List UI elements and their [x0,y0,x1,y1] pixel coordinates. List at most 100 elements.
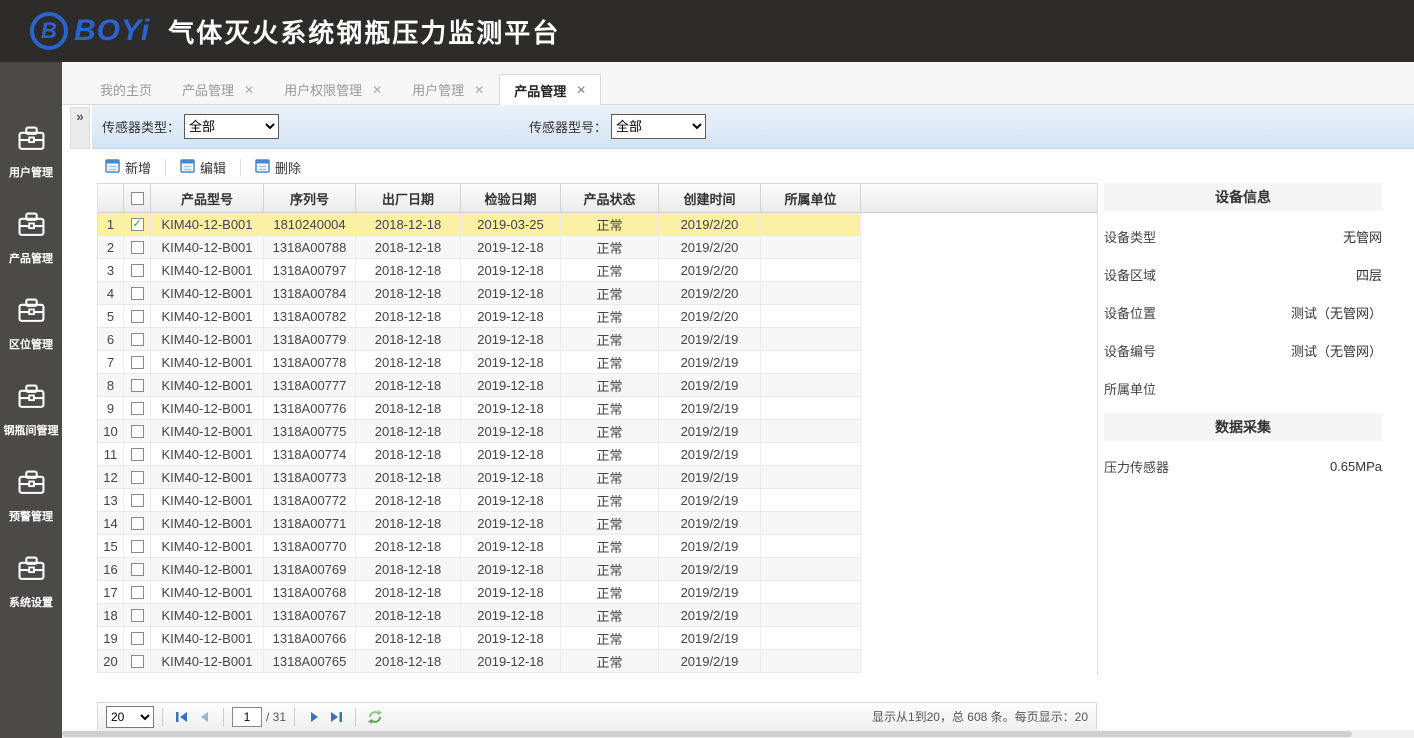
table-row[interactable]: 20KIM40-12-B0011318A007652018-12-182019-… [98,650,861,673]
table-row[interactable]: 4KIM40-12-B0011318A007842018-12-182019-1… [98,282,861,305]
row-checkbox[interactable] [124,512,151,534]
delete-button-label: 删除 [275,158,301,177]
next-page-button[interactable] [303,706,325,728]
column-header-所属单位[interactable]: 所属单位 [761,184,861,212]
scrollbar-thumb[interactable] [62,731,1352,737]
select-all-checkbox[interactable] [124,184,151,212]
row-checkbox[interactable] [124,535,151,557]
column-header-出厂日期[interactable]: 出厂日期 [356,184,461,212]
pagination-divider [223,708,224,726]
row-number: 19 [98,627,124,649]
page-size-select[interactable]: 20 [106,706,154,728]
table-row[interactable]: 2KIM40-12-B0011318A007882018-12-182019-1… [98,236,861,259]
row-checkbox[interactable] [124,443,151,465]
cell-serial: 1318A00772 [264,489,356,511]
table-row[interactable]: 1✓KIM40-12-B00118102400042018-12-182019-… [98,213,861,236]
tab-用户权限管理[interactable]: 用户权限管理✕ [269,74,397,104]
tab-产品管理[interactable]: 产品管理✕ [167,74,269,104]
table-row[interactable]: 7KIM40-12-B0011318A007782018-12-182019-1… [98,351,861,374]
page-number-input[interactable] [232,707,262,727]
pagination-status: 显示从1到20，总 608 条。每页显示：20 [872,708,1088,725]
tab-label: 我的主页 [100,80,152,99]
table-row[interactable]: 18KIM40-12-B0011318A007672018-12-182019-… [98,604,861,627]
table-row[interactable]: 17KIM40-12-B0011318A007682018-12-182019-… [98,581,861,604]
tab-close-icon[interactable]: ✕ [244,83,254,97]
row-checkbox[interactable] [124,351,151,373]
tab-产品管理[interactable]: 产品管理✕ [499,74,601,105]
cell-created: 2019/2/19 [659,627,761,649]
row-checkbox[interactable] [124,328,151,350]
row-checkbox[interactable] [124,236,151,258]
sidebar-item-预警管理[interactable]: 预警管理 [0,454,62,540]
table-row[interactable]: 5KIM40-12-B0011318A007822018-12-182019-1… [98,305,861,328]
refresh-icon[interactable] [364,706,386,728]
tab-close-icon[interactable]: ✕ [474,83,484,97]
collapse-panel-button[interactable]: » [70,107,90,149]
edit-button[interactable]: 编辑 [172,155,234,180]
table-row[interactable]: 11KIM40-12-B0011318A007742018-12-182019-… [98,443,861,466]
table-row[interactable]: 8KIM40-12-B0011318A007772018-12-182019-1… [98,374,861,397]
row-checkbox[interactable] [124,466,151,488]
first-page-button[interactable] [171,706,193,728]
row-checkbox[interactable] [124,397,151,419]
row-checkbox[interactable] [124,650,151,672]
row-checkbox[interactable] [124,581,151,603]
row-checkbox[interactable]: ✓ [124,213,151,235]
table-row[interactable]: 3KIM40-12-B0011318A007972018-12-182019-1… [98,259,861,282]
add-button[interactable]: 新增 [97,155,159,180]
cell-inspection-date: 2019-12-18 [461,512,561,534]
column-header-检验日期[interactable]: 检验日期 [461,184,561,212]
cell-mfg-date: 2018-12-18 [356,650,461,672]
column-header-产品型号[interactable]: 产品型号 [151,184,264,212]
column-header-产品状态[interactable]: 产品状态 [561,184,659,212]
delete-button[interactable]: 删除 [247,155,309,180]
cell-product-model: KIM40-12-B001 [151,420,264,442]
pagination-divider [162,708,163,726]
table-row[interactable]: 10KIM40-12-B0011318A007752018-12-182019-… [98,420,861,443]
row-checkbox[interactable] [124,627,151,649]
table-row[interactable]: 15KIM40-12-B0011318A007702018-12-182019-… [98,535,861,558]
row-checkbox[interactable] [124,282,151,304]
table-row[interactable]: 13KIM40-12-B0011318A007722018-12-182019-… [98,489,861,512]
row-checkbox[interactable] [124,604,151,626]
pagination-bar: 20 / 31 显示从1到20，总 608 条。每页显示：20 [97,702,1097,731]
row-checkbox[interactable] [124,489,151,511]
cell-product-model: KIM40-12-B001 [151,351,264,373]
horizontal-scrollbar[interactable] [62,730,1414,738]
table-row[interactable]: 16KIM40-12-B0011318A007692018-12-182019-… [98,558,861,581]
row-checkbox[interactable] [124,558,151,580]
tab-用户管理[interactable]: 用户管理✕ [397,74,499,104]
cell-status: 正常 [561,512,659,534]
prev-page-button[interactable] [193,706,215,728]
table-row[interactable]: 12KIM40-12-B0011318A007732018-12-182019-… [98,466,861,489]
table-row[interactable]: 19KIM40-12-B0011318A007662018-12-182019-… [98,627,861,650]
table-row[interactable]: 9KIM40-12-B0011318A007762018-12-182019-1… [98,397,861,420]
row-checkbox[interactable] [124,259,151,281]
toolbar-divider [240,159,241,176]
cell-unit [761,443,861,465]
row-checkbox[interactable] [124,420,151,442]
cell-product-model: KIM40-12-B001 [151,581,264,603]
sidebar-item-用户管理[interactable]: 用户管理 [0,110,62,196]
tab-close-icon[interactable]: ✕ [576,83,586,97]
tab-close-icon[interactable]: ✕ [372,83,382,97]
sensor-type-select[interactable]: 全部 [184,114,279,139]
sensor-model-select[interactable]: 全部 [611,114,706,139]
cell-created: 2019/2/19 [659,443,761,465]
row-checkbox[interactable] [124,305,151,327]
column-header-序列号[interactable]: 序列号 [264,184,356,212]
row-checkbox[interactable] [124,374,151,396]
tab-我的主页[interactable]: 我的主页 [85,74,167,104]
sidebar-item-系统设置[interactable]: 系统设置 [0,540,62,626]
cell-mfg-date: 2018-12-18 [356,397,461,419]
row-number: 13 [98,489,124,511]
sidebar-item-钢瓶间管理[interactable]: 钢瓶间管理 [0,368,62,454]
table-row[interactable]: 6KIM40-12-B0011318A007792018-12-182019-1… [98,328,861,351]
cell-product-model: KIM40-12-B001 [151,374,264,396]
column-header-创建时间[interactable]: 创建时间 [659,184,761,212]
sidebar-item-产品管理[interactable]: 产品管理 [0,196,62,282]
device-field-设备编号: 设备编号测试（无管网） [1104,331,1382,369]
table-row[interactable]: 14KIM40-12-B0011318A007712018-12-182019-… [98,512,861,535]
last-page-button[interactable] [325,706,347,728]
sidebar-item-区位管理[interactable]: 区位管理 [0,282,62,368]
